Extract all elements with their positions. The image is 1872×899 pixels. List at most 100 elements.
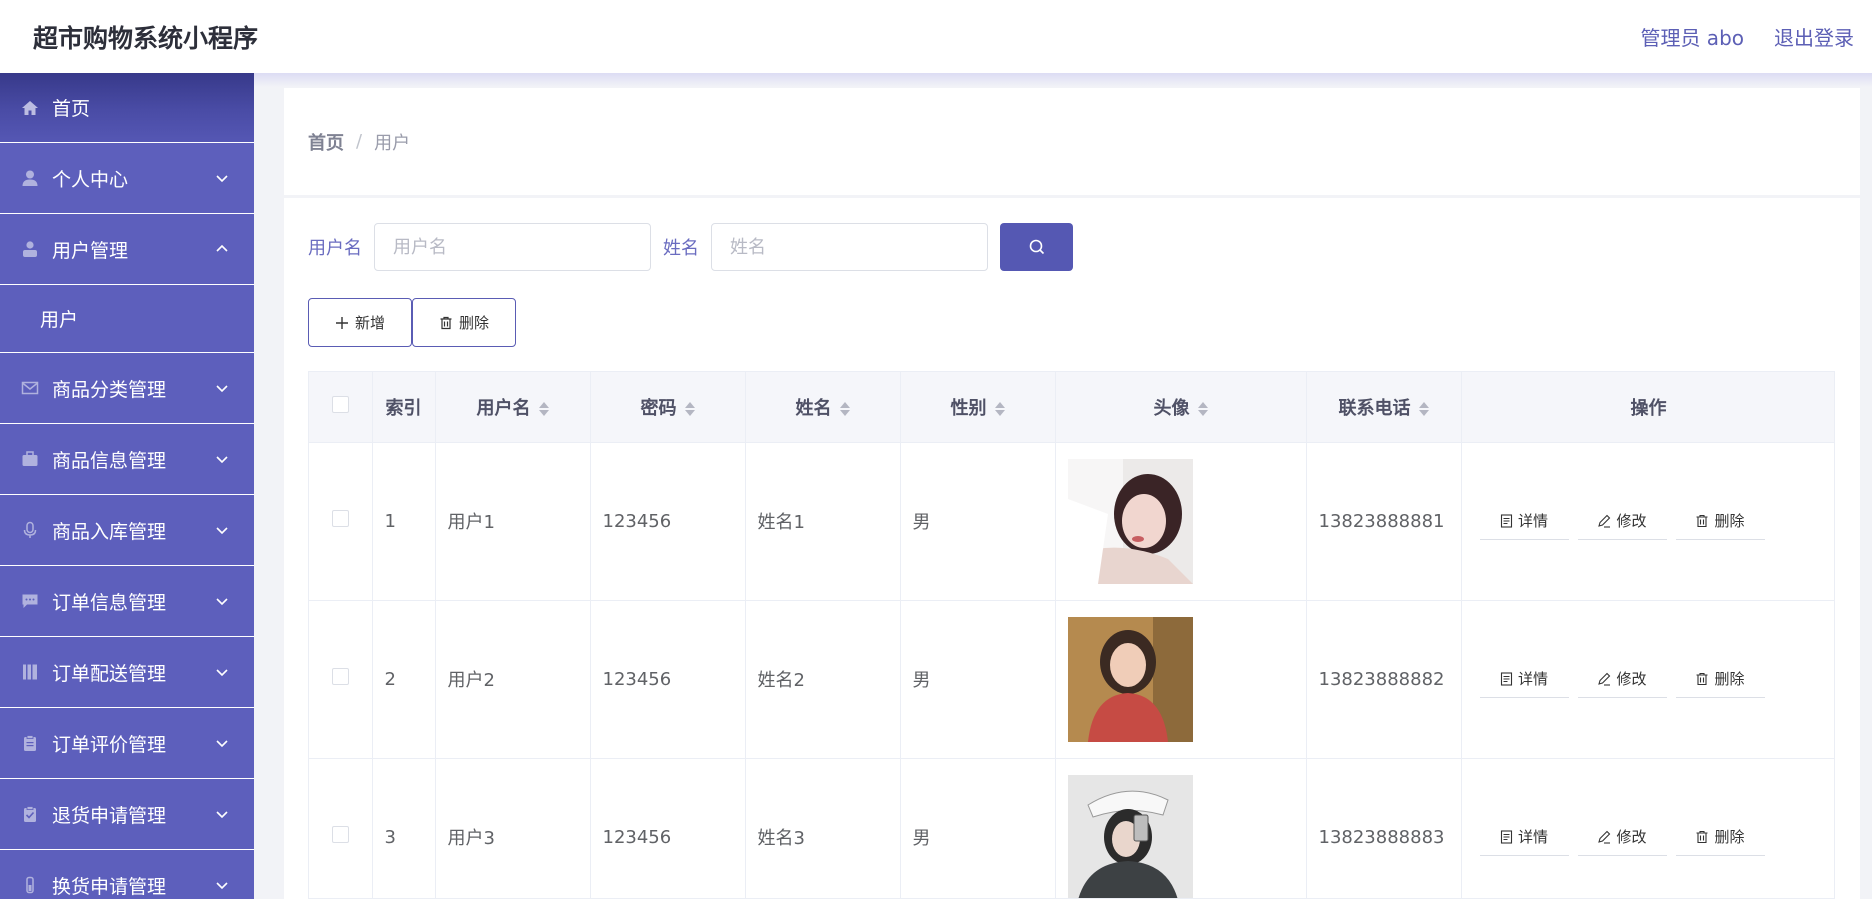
sidebar-item-user-management[interactable]: 用户管理 bbox=[0, 214, 254, 285]
sort-icon[interactable] bbox=[994, 401, 1005, 417]
sidebar-item-returns[interactable]: 退货申请管理 bbox=[0, 779, 254, 850]
sort-icon[interactable] bbox=[1197, 401, 1208, 417]
chevron-down-icon bbox=[216, 456, 228, 464]
row-delete-button[interactable]: 删除 bbox=[1675, 660, 1765, 698]
col-header-password[interactable]: 密码 bbox=[590, 372, 746, 443]
row-checkbox[interactable] bbox=[331, 826, 349, 843]
sidebar-item-product-info[interactable]: 商品信息管理 bbox=[0, 424, 254, 495]
cell-actions: 详情 修改 删除 bbox=[1461, 600, 1834, 759]
sort-icon[interactable] bbox=[839, 401, 850, 417]
detail-button[interactable]: 详情 bbox=[1479, 818, 1569, 856]
sort-icon[interactable] bbox=[684, 401, 695, 417]
sort-icon[interactable] bbox=[1418, 401, 1429, 417]
sidebar-item-exchanges[interactable]: 换货申请管理 bbox=[0, 850, 254, 899]
main-area: 首页 / 用户 用户名 姓名 新增 删除 bbox=[254, 73, 1872, 899]
sidebar: 首页 个人中心 用户管理 用户 商品分类管理 商品信息管理 商品入库管理 订单信… bbox=[0, 73, 254, 899]
sidebar-item-delivery[interactable]: 订单配送管理 bbox=[0, 637, 254, 708]
header-shadow bbox=[254, 73, 1872, 87]
col-header-phone[interactable]: 联系电话 bbox=[1306, 372, 1462, 443]
chevron-down-icon bbox=[216, 385, 228, 393]
trash-icon bbox=[1696, 672, 1708, 685]
avatar-image bbox=[1067, 774, 1193, 898]
username-search-input[interactable] bbox=[374, 223, 651, 271]
chevron-down-icon bbox=[216, 811, 228, 819]
cell-index: 2 bbox=[372, 600, 436, 759]
user-icon bbox=[20, 168, 40, 188]
sidebar-item-label: 订单信息管理 bbox=[52, 591, 167, 614]
header-label: 用户名 bbox=[476, 397, 531, 419]
document-icon bbox=[1500, 671, 1513, 686]
row-select-cell[interactable] bbox=[309, 442, 373, 601]
cell-username: 用户2 bbox=[435, 600, 591, 759]
content-card: 用户名 姓名 新增 删除 bbox=[284, 198, 1860, 899]
app-title: 超市购物系统小程序 bbox=[33, 23, 259, 53]
delete-button-label: 删除 bbox=[459, 314, 490, 332]
cell-username: 用户1 bbox=[435, 442, 591, 601]
cell-index: 3 bbox=[372, 758, 436, 898]
detail-label: 详情 bbox=[1517, 512, 1548, 530]
mail-icon bbox=[20, 378, 40, 398]
briefcase-icon bbox=[20, 449, 40, 469]
logout-link[interactable]: 退出登录 bbox=[1774, 22, 1854, 51]
edit-icon bbox=[1598, 672, 1611, 686]
delete-label: 删除 bbox=[1714, 828, 1745, 846]
detail-label: 详情 bbox=[1517, 670, 1548, 688]
row-checkbox[interactable] bbox=[331, 510, 349, 527]
col-header-username[interactable]: 用户名 bbox=[435, 372, 591, 443]
row-select-cell[interactable] bbox=[309, 600, 373, 759]
trash-icon bbox=[1696, 514, 1708, 527]
search-icon bbox=[1029, 239, 1044, 255]
cell-actions: 详情 修改 删除 bbox=[1461, 758, 1834, 898]
add-button-label: 新增 bbox=[355, 314, 386, 332]
sidebar-item-category[interactable]: 商品分类管理 bbox=[0, 353, 254, 424]
cell-name: 姓名2 bbox=[745, 600, 901, 759]
document-icon bbox=[1500, 513, 1513, 528]
sidebar-item-label: 退货申请管理 bbox=[52, 804, 167, 827]
cell-gender: 男 bbox=[900, 600, 1056, 759]
edit-button[interactable]: 修改 bbox=[1577, 660, 1667, 698]
row-select-cell[interactable] bbox=[309, 758, 373, 898]
select-all-checkbox[interactable] bbox=[331, 395, 349, 413]
sidebar-item-stock-in[interactable]: 商品入库管理 bbox=[0, 495, 254, 566]
admin-username[interactable]: 管理员 abo bbox=[1640, 22, 1744, 51]
sidebar-item-label: 换货申请管理 bbox=[52, 875, 167, 898]
sidebar-subitem-users[interactable]: 用户 bbox=[0, 285, 254, 353]
breadcrumb-home[interactable]: 首页 bbox=[308, 129, 344, 155]
col-header-avatar[interactable]: 头像 bbox=[1055, 372, 1307, 443]
chevron-down-icon bbox=[216, 175, 228, 183]
header-label: 联系电话 bbox=[1338, 397, 1411, 419]
select-all-cell[interactable] bbox=[309, 372, 373, 443]
edit-icon bbox=[1598, 514, 1611, 528]
row-delete-button[interactable]: 删除 bbox=[1675, 818, 1765, 856]
cell-gender: 男 bbox=[900, 758, 1056, 898]
sidebar-item-home[interactable]: 首页 bbox=[0, 73, 254, 143]
cell-phone: 13823888882 bbox=[1306, 600, 1462, 759]
row-delete-button[interactable]: 删除 bbox=[1675, 502, 1765, 540]
edit-button[interactable]: 修改 bbox=[1577, 502, 1667, 540]
cell-password: 123456 bbox=[590, 758, 746, 898]
sidebar-item-profile[interactable]: 个人中心 bbox=[0, 143, 254, 214]
row-checkbox[interactable] bbox=[331, 668, 349, 685]
delete-label: 删除 bbox=[1714, 670, 1745, 688]
user-table: 索引 用户名 密码 姓名 性别 头像 联系电话 操作 1 用户1 123456 … bbox=[308, 371, 1835, 899]
sidebar-item-orders[interactable]: 订单信息管理 bbox=[0, 566, 254, 637]
batch-delete-button[interactable]: 删除 bbox=[412, 298, 516, 347]
col-header-gender[interactable]: 性别 bbox=[900, 372, 1056, 443]
search-button[interactable] bbox=[1000, 223, 1073, 271]
sidebar-item-reviews[interactable]: 订单评价管理 bbox=[0, 708, 254, 779]
detail-button[interactable]: 详情 bbox=[1479, 660, 1569, 698]
table-row: 1 用户1 123456 姓名1 男 13823888881 详情 修改 删除 bbox=[309, 442, 1834, 601]
col-header-name[interactable]: 姓名 bbox=[745, 372, 901, 443]
sort-icon[interactable] bbox=[538, 401, 549, 417]
chevron-down-icon bbox=[216, 598, 228, 606]
name-search-input[interactable] bbox=[711, 223, 988, 271]
cell-avatar bbox=[1055, 442, 1307, 601]
edit-button[interactable]: 修改 bbox=[1577, 818, 1667, 856]
detail-button[interactable]: 详情 bbox=[1479, 502, 1569, 540]
cell-name: 姓名3 bbox=[745, 758, 901, 898]
chevron-down-icon bbox=[216, 527, 228, 535]
trash-icon bbox=[440, 316, 452, 329]
edit-label: 修改 bbox=[1616, 512, 1647, 530]
add-button[interactable]: 新增 bbox=[308, 298, 412, 347]
cell-password: 123456 bbox=[590, 600, 746, 759]
